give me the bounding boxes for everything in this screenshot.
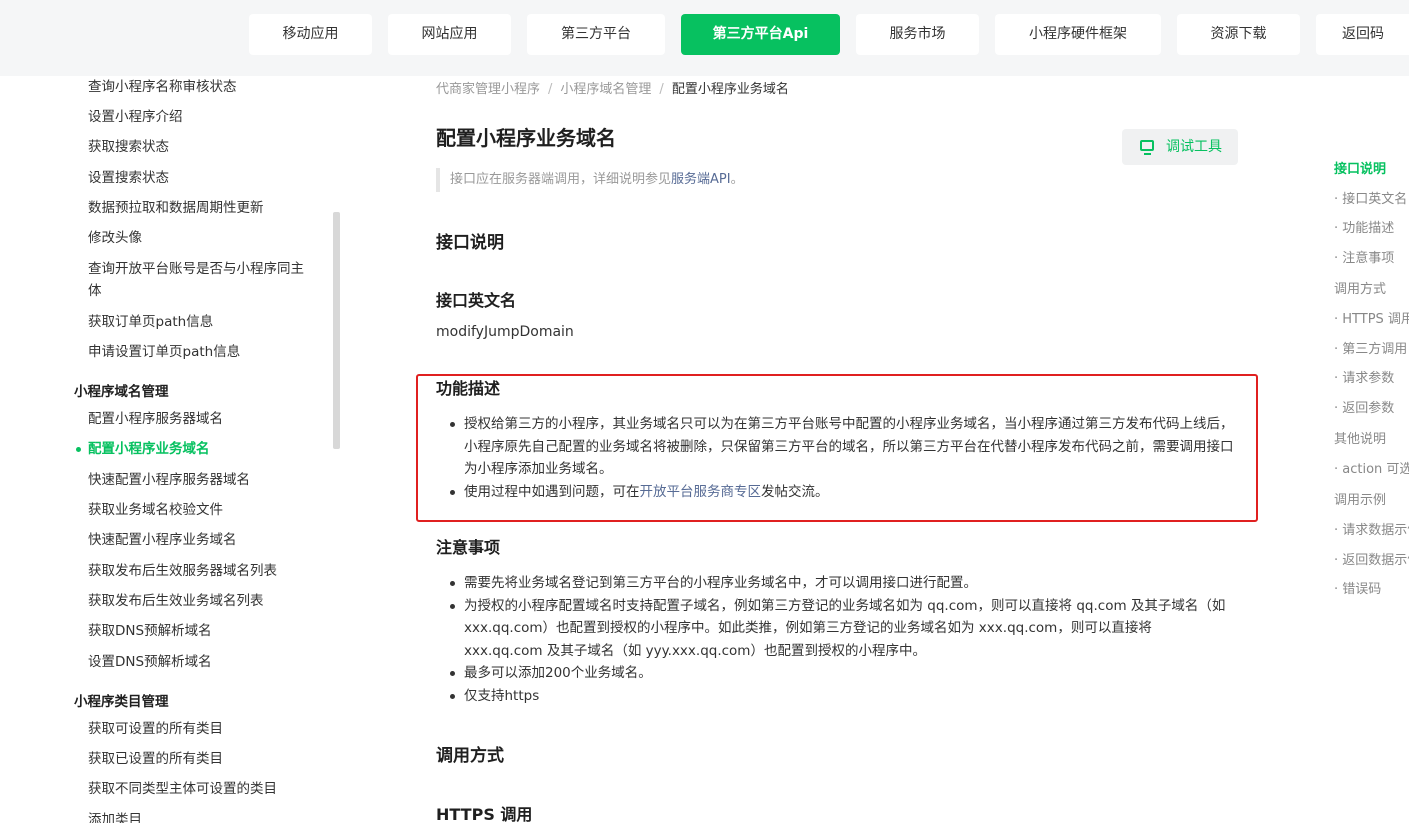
- sidebar-group-category-management[interactable]: 小程序类目管理: [74, 691, 169, 713]
- sidebar-item[interactable]: 获取发布后生效服务器域名列表: [88, 560, 323, 582]
- sidebar-item[interactable]: 获取可设置的所有类目: [88, 718, 323, 740]
- sidebar-scrollbar[interactable]: [333, 212, 340, 449]
- toc-item[interactable]: · 请求参数: [1334, 369, 1409, 389]
- sidebar-item[interactable]: 添加类目: [88, 809, 323, 823]
- breadcrumb-link[interactable]: 代商家管理小程序: [436, 82, 540, 97]
- sidebar-item[interactable]: 查询小程序名称审核状态: [88, 76, 323, 98]
- server-api-link[interactable]: 服务端API: [671, 172, 731, 187]
- active-dot-icon: [76, 447, 81, 452]
- toc-item[interactable]: · 返回数据示例: [1334, 551, 1409, 571]
- section-notes: 注意事项: [436, 538, 501, 557]
- sidebar-item[interactable]: 获取发布后生效业务域名列表: [88, 590, 323, 612]
- debug-tool-label: 调试工具: [1166, 139, 1222, 155]
- notes-list: 需要先将业务域名登记到第三方平台的小程序业务域名中，才可以调用接口进行配置。 为…: [450, 572, 1232, 708]
- page-title: 配置小程序业务域名: [436, 126, 616, 150]
- toc-item[interactable]: · HTTPS 调用: [1334, 310, 1409, 330]
- top-nav-return-codes[interactable]: 返回码: [1316, 14, 1409, 55]
- list-item: 为授权的小程序配置域名时支持配置子域名，例如第三方登记的业务域名如为 qq.co…: [450, 595, 1232, 663]
- server-api-note: 接口应在服务器端调用，详细说明参见服务端API。: [450, 170, 744, 190]
- note-suffix: 。: [730, 172, 744, 187]
- debug-tool-button[interactable]: 调试工具: [1122, 129, 1238, 165]
- toc-item[interactable]: 其他说明: [1334, 430, 1409, 450]
- highlight-box: [416, 374, 1258, 522]
- monitor-icon: [1140, 140, 1154, 155]
- top-nav-resource-download[interactable]: 资源下载: [1177, 14, 1300, 55]
- breadcrumb-separator: /: [548, 82, 553, 97]
- top-nav-hardware-framework[interactable]: 小程序硬件框架: [995, 14, 1161, 55]
- sidebar-item[interactable]: 获取业务域名校验文件: [88, 499, 323, 521]
- toc-item[interactable]: · 功能描述: [1334, 219, 1409, 239]
- sidebar: 查询小程序名称审核状态 设置小程序介绍 获取搜索状态 设置搜索状态 数据预拉取和…: [0, 76, 340, 823]
- toc-item[interactable]: · action 可选值: [1334, 460, 1409, 480]
- toc-item[interactable]: · 接口英文名: [1334, 190, 1409, 210]
- sidebar-item[interactable]: 数据预拉取和数据周期性更新: [88, 197, 323, 219]
- sidebar-item[interactable]: 配置小程序服务器域名: [88, 408, 323, 430]
- breadcrumb-link[interactable]: 小程序域名管理: [560, 82, 651, 97]
- sidebar-item-active[interactable]: 配置小程序业务域名: [88, 438, 323, 460]
- toc-item[interactable]: · 第三方调用: [1334, 340, 1409, 360]
- english-name-value: modifyJumpDomain: [436, 324, 574, 340]
- top-nav-third-party-api[interactable]: 第三方平台Api: [681, 14, 840, 55]
- top-nav-third-party-platform[interactable]: 第三方平台: [527, 14, 665, 55]
- toc-item[interactable]: · 错误码: [1334, 580, 1409, 600]
- section-call-method: 调用方式: [436, 746, 504, 766]
- breadcrumb-separator: /: [659, 82, 664, 97]
- top-nav-bar: 移动应用 网站应用 第三方平台 第三方平台Api 服务市场 小程序硬件框架 资源…: [0, 0, 1409, 76]
- breadcrumb-current: 配置小程序业务域名: [671, 82, 789, 97]
- table-of-contents: 接口说明 · 接口英文名 · 功能描述 · 注意事项 调用方式 · HTTPS …: [1320, 160, 1409, 620]
- section-interface-description: 接口说明: [436, 233, 504, 253]
- top-nav-mobile-apps[interactable]: 移动应用: [249, 14, 372, 55]
- sidebar-item[interactable]: 设置小程序介绍: [88, 106, 323, 128]
- breadcrumb: 代商家管理小程序 / 小程序域名管理 / 配置小程序业务域名: [436, 80, 789, 100]
- section-english-name: 接口英文名: [436, 291, 517, 310]
- toc-item[interactable]: 调用方式: [1334, 280, 1409, 300]
- toc-item[interactable]: · 请求数据示例: [1334, 521, 1409, 541]
- sidebar-item[interactable]: 获取DNS预解析域名: [88, 620, 323, 642]
- note-quote-bar: [436, 168, 440, 192]
- sidebar-item[interactable]: 设置搜索状态: [88, 167, 323, 189]
- note-prefix: 接口应在服务器端调用，详细说明参见: [450, 172, 672, 187]
- sidebar-item[interactable]: 获取订单页path信息: [88, 311, 323, 333]
- toc-item[interactable]: 接口说明: [1334, 160, 1409, 180]
- toc-item[interactable]: · 返回参数: [1334, 399, 1409, 419]
- toc-item[interactable]: 调用示例: [1334, 491, 1409, 511]
- sidebar-item[interactable]: 获取搜索状态: [88, 136, 323, 158]
- sidebar-item[interactable]: 查询开放平台账号是否与小程序同主体: [88, 258, 308, 302]
- sidebar-item[interactable]: 申请设置订单页path信息: [88, 341, 323, 363]
- list-item: 仅支持https: [450, 685, 1232, 708]
- sidebar-item[interactable]: 获取已设置的所有类目: [88, 748, 323, 770]
- list-item: 需要先将业务域名登记到第三方平台的小程序业务域名中，才可以调用接口进行配置。: [450, 572, 1232, 595]
- top-nav-website-apps[interactable]: 网站应用: [388, 14, 511, 55]
- sidebar-item[interactable]: 快速配置小程序业务域名: [88, 529, 323, 551]
- sidebar-item[interactable]: 获取不同类型主体可设置的类目: [88, 778, 323, 800]
- sidebar-item[interactable]: 设置DNS预解析域名: [88, 651, 323, 673]
- sidebar-item[interactable]: 快速配置小程序服务器域名: [88, 469, 323, 491]
- top-nav-service-market[interactable]: 服务市场: [856, 14, 979, 55]
- sidebar-item[interactable]: 修改头像: [88, 227, 323, 249]
- toc-item[interactable]: · 注意事项: [1334, 249, 1409, 269]
- list-item: 最多可以添加200个业务域名。: [450, 662, 1232, 685]
- sidebar-group-domain-management[interactable]: 小程序域名管理: [74, 381, 169, 403]
